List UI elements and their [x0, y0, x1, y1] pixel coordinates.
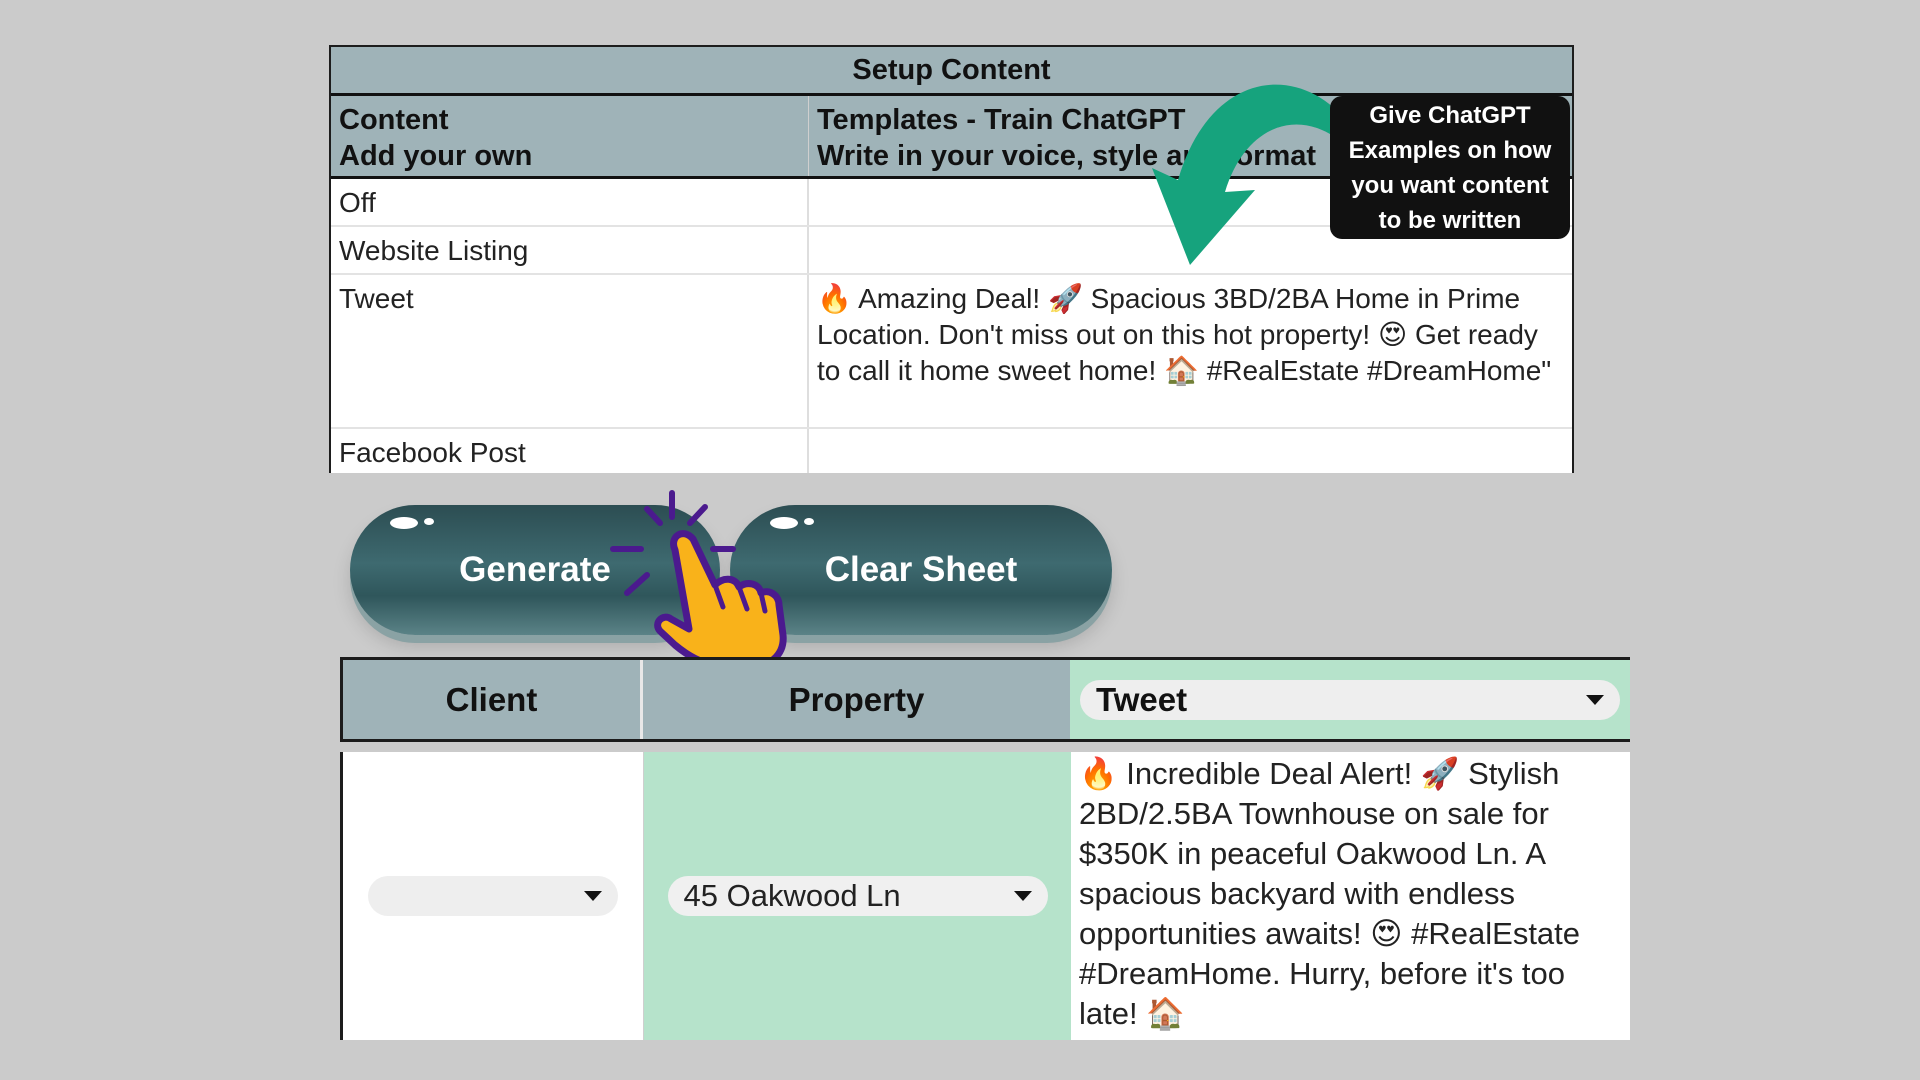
- callout-line: to be written: [1378, 207, 1522, 234]
- table-row: Facebook Post: [331, 429, 1572, 473]
- content-cell[interactable]: Website Listing: [331, 227, 809, 273]
- template-cell[interactable]: 🔥 Amazing Deal! 🚀 Spacious 3BD/2BA Home …: [809, 275, 1572, 427]
- gloss-highlight: [390, 517, 418, 529]
- output-data-row: 45 Oakwood Ln 🔥 Incredible Deal Alert! 🚀…: [340, 752, 1630, 1040]
- tip-callout: Give ChatGPT Examples on how you want co…: [1330, 96, 1570, 239]
- content-cell[interactable]: Facebook Post: [331, 429, 809, 473]
- content-header-line2: Add your own: [339, 140, 533, 172]
- table-row: Tweet 🔥 Amazing Deal! 🚀 Spacious 3BD/2BA…: [331, 275, 1572, 429]
- gloss-highlight: [424, 518, 434, 525]
- chevron-down-icon: [584, 891, 602, 901]
- content-cell[interactable]: Off: [331, 179, 809, 225]
- generate-button-label: Generate: [459, 550, 611, 589]
- template-cell[interactable]: [809, 429, 1572, 473]
- callout-line: you want content: [1351, 172, 1549, 199]
- setup-content-title: Setup Content: [331, 47, 1572, 96]
- client-dropdown[interactable]: [368, 876, 618, 916]
- content-column-header: Content Add your own: [331, 96, 809, 176]
- content-header-line1: Content: [339, 104, 449, 136]
- pointing-hand-icon: [654, 530, 787, 674]
- callout-line: Give ChatGPT: [1369, 102, 1531, 129]
- property-value: 45 Oakwood Ln: [683, 878, 901, 913]
- curved-arrow-icon: [1152, 84, 1350, 265]
- content-type-dropdown[interactable]: Tweet: [1080, 679, 1620, 720]
- generated-content-cell[interactable]: 🔥 Incredible Deal Alert! 🚀 Stylish 2BD/2…: [1071, 752, 1630, 1040]
- client-column-header: Client: [343, 660, 643, 739]
- property-cell: 45 Oakwood Ln: [644, 752, 1071, 1040]
- property-dropdown[interactable]: 45 Oakwood Ln: [667, 876, 1048, 916]
- chevron-down-icon: [1013, 891, 1032, 901]
- content-type-value: Tweet: [1096, 680, 1188, 718]
- output-header-row: Client Property Tweet: [340, 657, 1630, 742]
- property-column-header: Property: [643, 660, 1070, 739]
- callout-line: Examples on how: [1348, 137, 1552, 164]
- content-type-header: Tweet: [1070, 660, 1630, 739]
- content-cell[interactable]: Tweet: [331, 275, 809, 427]
- clear-sheet-button-label: Clear Sheet: [824, 550, 1018, 589]
- gloss-highlight: [804, 518, 814, 525]
- output-table: Client Property Tweet 45 Oakwood Ln 🔥 In…: [340, 657, 1630, 1040]
- client-cell: [340, 752, 644, 1040]
- chevron-down-icon: [1586, 694, 1604, 705]
